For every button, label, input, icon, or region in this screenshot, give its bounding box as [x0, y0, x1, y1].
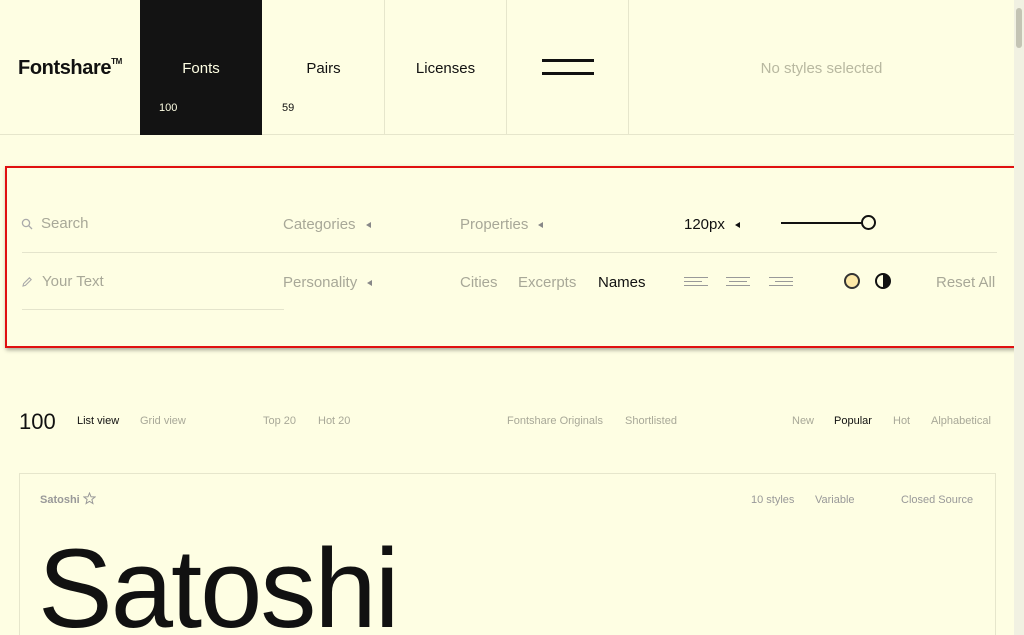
personality-dropdown[interactable]: Personality	[283, 274, 373, 291]
preview-mode-excerpts[interactable]: Excerpts	[518, 274, 576, 291]
search-icon	[21, 218, 33, 230]
fontshare-originals-button[interactable]: Fontshare Originals	[507, 415, 603, 427]
text-input-underline	[22, 309, 284, 310]
selected-styles[interactable]: No styles selected	[629, 0, 1014, 135]
styles-status: No styles selected	[760, 60, 883, 77]
license-label: Closed Source	[901, 494, 974, 506]
tab-licenses[interactable]: Licenses	[385, 0, 507, 135]
style-count: 10 styles	[751, 494, 795, 506]
font-name[interactable]: Satoshi	[40, 494, 80, 506]
align-left-icon[interactable]	[684, 277, 708, 287]
caret-icon	[538, 222, 544, 229]
menu-icon-bar	[542, 72, 594, 75]
list-view-button[interactable]: List view	[77, 415, 119, 427]
categories-dropdown[interactable]: Categories	[283, 216, 371, 233]
caret-icon	[734, 222, 740, 229]
menu-icon	[542, 59, 594, 62]
pencil-icon	[22, 277, 32, 287]
sort-popular[interactable]: Popular	[834, 415, 872, 427]
tab-licenses-label: Licenses	[415, 60, 476, 77]
sort-hot[interactable]: Hot	[893, 415, 910, 427]
site-header: FontshareTM Fonts 100 Pairs 59 Licenses …	[0, 0, 1014, 135]
contrast-icon[interactable]	[875, 273, 891, 289]
tab-pairs-label: Pairs	[306, 60, 341, 77]
caret-icon	[365, 222, 371, 229]
listing-toolbar: 100 List view Grid view Top 20 Hot 20 Fo…	[0, 405, 1014, 435]
scrollbar-thumb[interactable]	[1016, 8, 1022, 48]
sort-alphabetical[interactable]: Alphabetical	[931, 415, 991, 427]
custom-text-input[interactable]: Your Text	[42, 273, 104, 290]
align-center-icon[interactable]	[726, 277, 750, 287]
font-count: 100	[19, 409, 56, 434]
reset-all-button[interactable]: Reset All	[936, 274, 995, 291]
preview-mode-names[interactable]: Names	[598, 274, 646, 291]
filter-panel: Search Categories Properties 120px Your …	[5, 166, 1018, 348]
properties-dropdown[interactable]: Properties	[460, 216, 544, 233]
sort-new[interactable]: New	[792, 415, 814, 427]
slider-handle[interactable]	[861, 215, 876, 230]
tab-pairs-count: 59	[282, 102, 295, 114]
font-card[interactable]: Satoshi 10 styles Variable Closed Source…	[19, 473, 996, 635]
menu-button[interactable]	[507, 0, 629, 135]
logo[interactable]: FontshareTM	[18, 57, 122, 80]
slider-track	[781, 222, 867, 224]
tab-fonts[interactable]: Fonts 100	[140, 0, 262, 135]
tab-fonts-label: Fonts	[182, 60, 220, 77]
top-20-button[interactable]: Top 20	[263, 415, 296, 427]
align-right-icon[interactable]	[769, 277, 793, 287]
caret-icon	[367, 280, 373, 287]
tab-fonts-count: 100	[159, 102, 178, 114]
light-theme-icon[interactable]	[844, 273, 860, 289]
preview-mode-cities[interactable]: Cities	[460, 274, 498, 291]
shortlisted-button[interactable]: Shortlisted	[625, 415, 677, 427]
star-icon[interactable]	[83, 492, 96, 505]
search-input[interactable]: Search	[41, 215, 89, 232]
size-slider[interactable]	[781, 215, 876, 231]
font-preview[interactable]: Satoshi	[38, 522, 400, 635]
size-dropdown[interactable]: 120px	[684, 216, 740, 233]
scrollbar[interactable]	[1014, 0, 1024, 635]
variable-badge: Variable	[815, 494, 855, 506]
row-divider	[22, 252, 997, 253]
tab-pairs[interactable]: Pairs 59	[263, 0, 385, 135]
grid-view-button[interactable]: Grid view	[140, 415, 186, 427]
hot-20-button[interactable]: Hot 20	[318, 415, 350, 427]
